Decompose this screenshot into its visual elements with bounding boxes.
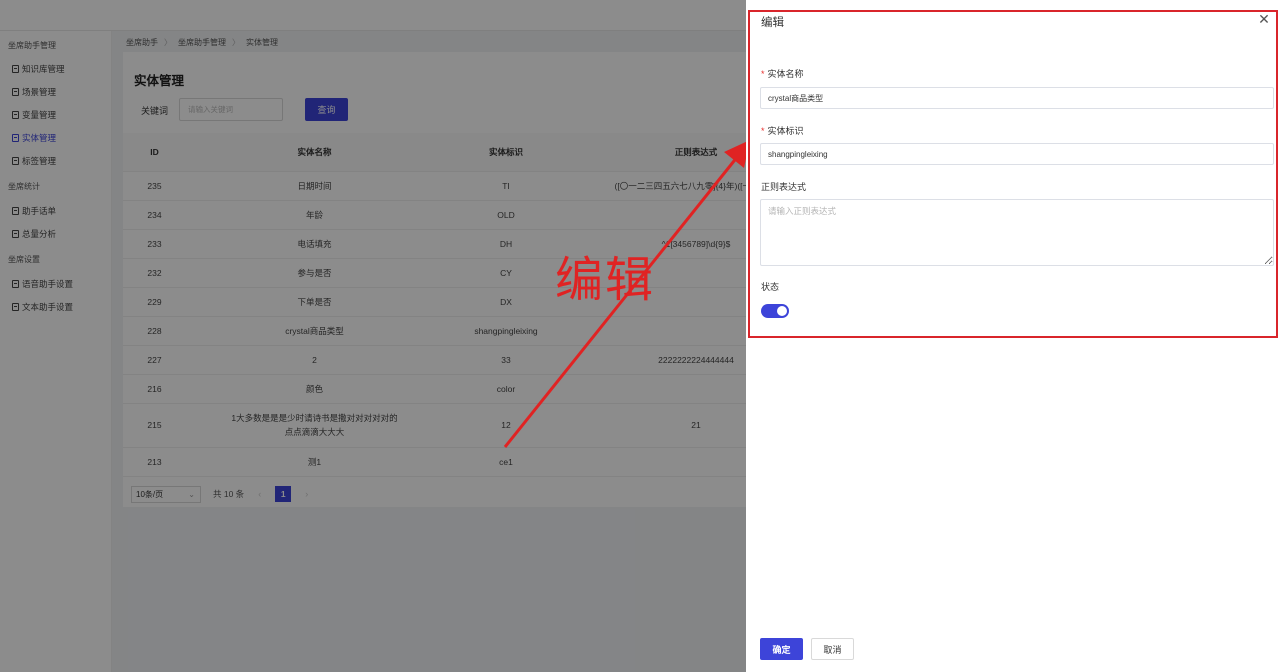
regex-textarea[interactable]	[760, 199, 1274, 266]
confirm-button[interactable]: 确定	[760, 638, 803, 660]
entity-key-input[interactable]	[760, 143, 1274, 165]
drawer-title: 编辑	[761, 17, 784, 29]
modal-mask[interactable]	[0, 0, 746, 672]
entity-name-label: * 实体名称	[761, 67, 804, 80]
status-label: 状态	[761, 282, 780, 292]
entity-key-label-text: 实体标识	[767, 126, 804, 136]
toggle-knob	[777, 306, 787, 316]
required-mark: *	[761, 69, 765, 79]
entity-key-label: * 实体标识	[761, 124, 804, 137]
close-icon[interactable]: ✕	[1257, 12, 1271, 26]
required-mark: *	[761, 126, 765, 136]
highlight-box	[748, 10, 1278, 338]
status-toggle[interactable]	[761, 304, 789, 318]
cancel-button[interactable]: 取消	[811, 638, 854, 660]
annotation-label: 编辑	[555, 252, 656, 308]
entity-name-input[interactable]	[760, 87, 1274, 109]
regex-label: 正则表达式	[761, 182, 807, 192]
entity-name-label-text: 实体名称	[767, 69, 804, 79]
edit-drawer: 编辑 ✕ *实体名称 *实体标识 正则表达式 状态 确定 取消	[746, 0, 1280, 672]
